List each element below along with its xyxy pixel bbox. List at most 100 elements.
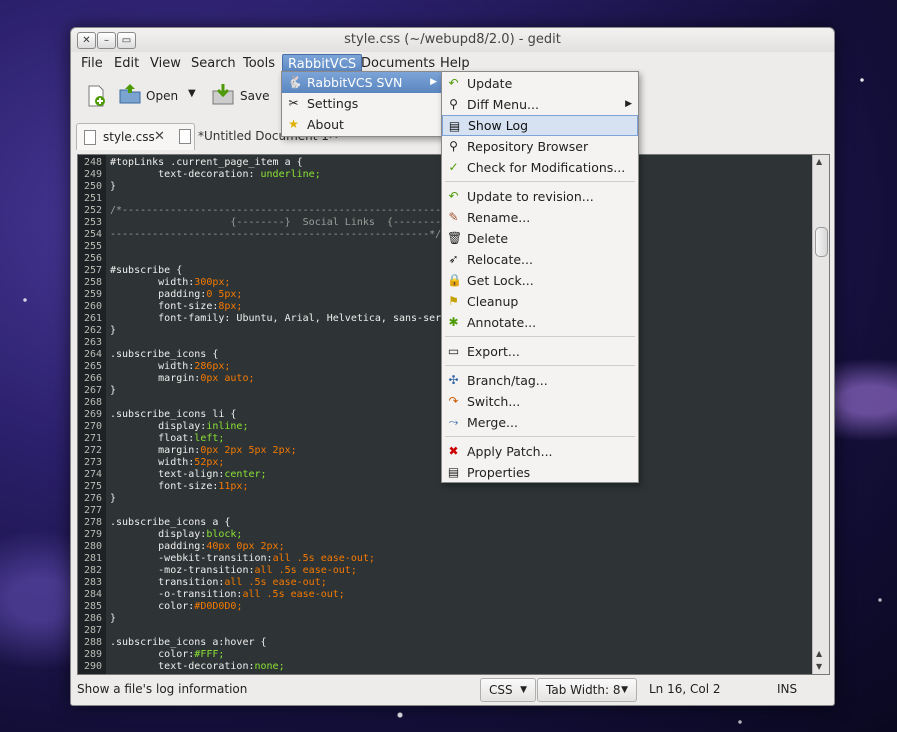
menu-item-check-modifications[interactable]: ✓ Check for Modifications...: [442, 157, 638, 178]
menu-item-properties[interactable]: ▤ Properties: [442, 462, 638, 483]
code-line[interactable]: 249 text-decoration: underline;: [78, 169, 321, 181]
menu-item-branch-tag[interactable]: ✣ Branch/tag...: [442, 370, 638, 391]
menu-item-diff-menu[interactable]: ⚲ Diff Menu... ▶: [442, 94, 638, 115]
code-line[interactable]: 263: [78, 337, 102, 349]
code-line[interactable]: 262}: [78, 325, 116, 337]
code-line[interactable]: 275 font-size:11px;: [78, 481, 249, 493]
open-button-label[interactable]: Open: [146, 89, 178, 103]
code-line[interactable]: 279 display:block;: [78, 529, 243, 541]
menu-file[interactable]: File: [76, 54, 108, 73]
save-icon[interactable]: [212, 83, 234, 105]
code-line[interactable]: 286}: [78, 613, 116, 625]
code-line[interactable]: 290 text-decoration:none;: [78, 661, 285, 673]
code-line[interactable]: 273 width:52px;: [78, 457, 224, 469]
save-button-label[interactable]: Save: [240, 89, 269, 103]
statusbar: Show a file's log information CSS ▼ Tab …: [71, 676, 834, 704]
code-line[interactable]: 255: [78, 241, 102, 253]
menu-item-update-to-revision[interactable]: ↶ Update to revision...: [442, 186, 638, 207]
menu-item-cleanup[interactable]: ⚑ Cleanup: [442, 291, 638, 312]
menu-view[interactable]: View: [145, 54, 186, 73]
line-number: 276: [83, 493, 102, 504]
menu-item-update[interactable]: ↶ Update: [442, 73, 638, 94]
scroll-down-icon[interactable]: ▼: [816, 662, 822, 671]
language-selector[interactable]: CSS ▼: [480, 678, 536, 702]
menu-item-merge[interactable]: ⤳ Merge...: [442, 412, 638, 433]
menu-item-label: Delete: [467, 231, 509, 246]
code-line[interactable]: 251: [78, 193, 102, 205]
menu-item-switch[interactable]: ↷ Switch...: [442, 391, 638, 412]
line-number: 285: [83, 601, 102, 612]
code-line[interactable]: 284 -o-transition:all .5s ease-out;: [78, 589, 345, 601]
menu-item-delete[interactable]: 🗑 Delete: [442, 228, 638, 249]
menu-item-apply-patch[interactable]: ✖ Apply Patch...: [442, 441, 638, 462]
code-line[interactable]: 260 font-size:8px;: [78, 301, 243, 313]
menu-tools[interactable]: Tools: [238, 54, 280, 73]
menu-item-repository-browser[interactable]: ⚲ Repository Browser: [442, 136, 638, 157]
code-line[interactable]: 257 #subscribe {: [78, 265, 182, 277]
code-line[interactable]: 265 width:286px;: [78, 361, 230, 373]
vertical-scrollbar[interactable]: ▲ ▲ ▼: [812, 155, 829, 674]
menu-item-label: Show Log: [468, 118, 529, 133]
line-number: 282: [83, 565, 102, 576]
code-text: {--------} Social Links {--------}: [110, 217, 448, 228]
code-line[interactable]: 259 padding:0 5px;: [78, 289, 243, 301]
menu-item-annotate[interactable]: ✱ Annotate...: [442, 312, 638, 333]
line-number: 248: [83, 157, 102, 168]
menu-item-rabbitvcs-svn[interactable]: 🐇 RabbitVCS SVN ▶: [282, 72, 443, 93]
menu-item-rename[interactable]: ✎ Rename...: [442, 207, 638, 228]
code-line[interactable]: 276}: [78, 493, 116, 505]
chevron-down-icon: ▼: [520, 685, 527, 695]
code-line[interactable]: 269 .subscribe_icons li {: [78, 409, 237, 421]
menu-search[interactable]: Search: [186, 54, 241, 73]
code-line[interactable]: 252 /*-----------------------------------…: [78, 205, 441, 217]
code-text: margin:0px auto;: [110, 373, 255, 384]
scroll-up-icon[interactable]: ▲: [816, 157, 822, 166]
tab-width-selector[interactable]: Tab Width: 8 ▼: [537, 678, 637, 702]
code-line[interactable]: 271 float:left;: [78, 433, 224, 445]
code-line[interactable]: 277: [78, 505, 102, 517]
code-line[interactable]: 254 -------------------------------------…: [78, 229, 441, 241]
menu-item-label: Diff Menu...: [467, 97, 539, 112]
menu-item-get-lock[interactable]: 🔒 Get Lock...: [442, 270, 638, 291]
open-recent-dropdown[interactable]: ▼: [188, 88, 196, 99]
menu-edit[interactable]: Edit: [109, 54, 144, 73]
open-folder-icon[interactable]: [119, 83, 141, 105]
code-line[interactable]: 266 margin:0px auto;: [78, 373, 255, 385]
code-line[interactable]: 261 font-family: Ubuntu, Arial, Helvetic…: [78, 313, 453, 325]
menu-item-export[interactable]: ▭ Export...: [442, 341, 638, 362]
menu-item-relocate[interactable]: ➶ Relocate...: [442, 249, 638, 270]
menu-item-about[interactable]: ★ About: [282, 114, 443, 135]
scrollbar-thumb[interactable]: [815, 227, 828, 257]
code-line[interactable]: 288 .subscribe_icons a:hover {: [78, 637, 267, 649]
code-line[interactable]: 250}: [78, 181, 116, 193]
code-text: -webkit-transition:all .5s ease-out;: [110, 553, 375, 564]
code-line[interactable]: 268: [78, 397, 102, 409]
code-line[interactable]: 270 display:inline;: [78, 421, 249, 433]
code-line[interactable]: 278 .subscribe_icons a {: [78, 517, 230, 529]
code-line[interactable]: 256: [78, 253, 102, 265]
code-line[interactable]: 258 width:300px;: [78, 277, 230, 289]
menu-item-settings[interactable]: ✂ Settings: [282, 93, 443, 114]
code-line[interactable]: 274 text-align:center;: [78, 469, 267, 481]
code-line[interactable]: 280 padding:40px 0px 2px;: [78, 541, 285, 553]
code-line[interactable]: 248 #topLinks .current_page_item a {: [78, 157, 303, 169]
menu-separator: [445, 365, 635, 366]
code-line[interactable]: 253 {--------} Social Links {--------}: [78, 217, 447, 229]
patch-x-icon: ✖: [448, 444, 459, 458]
code-line[interactable]: 281 -webkit-transition:all .5s ease-out;: [78, 553, 375, 565]
code-line[interactable]: 282 -moz-transition:all .5s ease-out;: [78, 565, 357, 577]
code-line[interactable]: 267}: [78, 385, 116, 397]
new-document-icon[interactable]: [85, 85, 107, 107]
code-line[interactable]: 264 .subscribe_icons {: [78, 349, 218, 361]
scroll-up-icon[interactable]: ▲: [816, 649, 822, 658]
line-number: 249: [83, 169, 102, 180]
menu-item-show-log[interactable]: ▤ Show Log: [442, 115, 638, 136]
code-line[interactable]: 272 margin:0px 2px 5px 2px;: [78, 445, 297, 457]
close-tab-icon[interactable]: ✕: [154, 124, 165, 150]
menu-item-label: Annotate...: [467, 315, 537, 330]
code-line[interactable]: 283 transition:all .5s ease-out;: [78, 577, 327, 589]
line-number: 265: [83, 361, 102, 372]
code-line[interactable]: 287: [78, 625, 102, 637]
code-line[interactable]: 285 color:#D0D0D0;: [78, 601, 243, 613]
code-line[interactable]: 289 color:#FFF;: [78, 649, 224, 661]
